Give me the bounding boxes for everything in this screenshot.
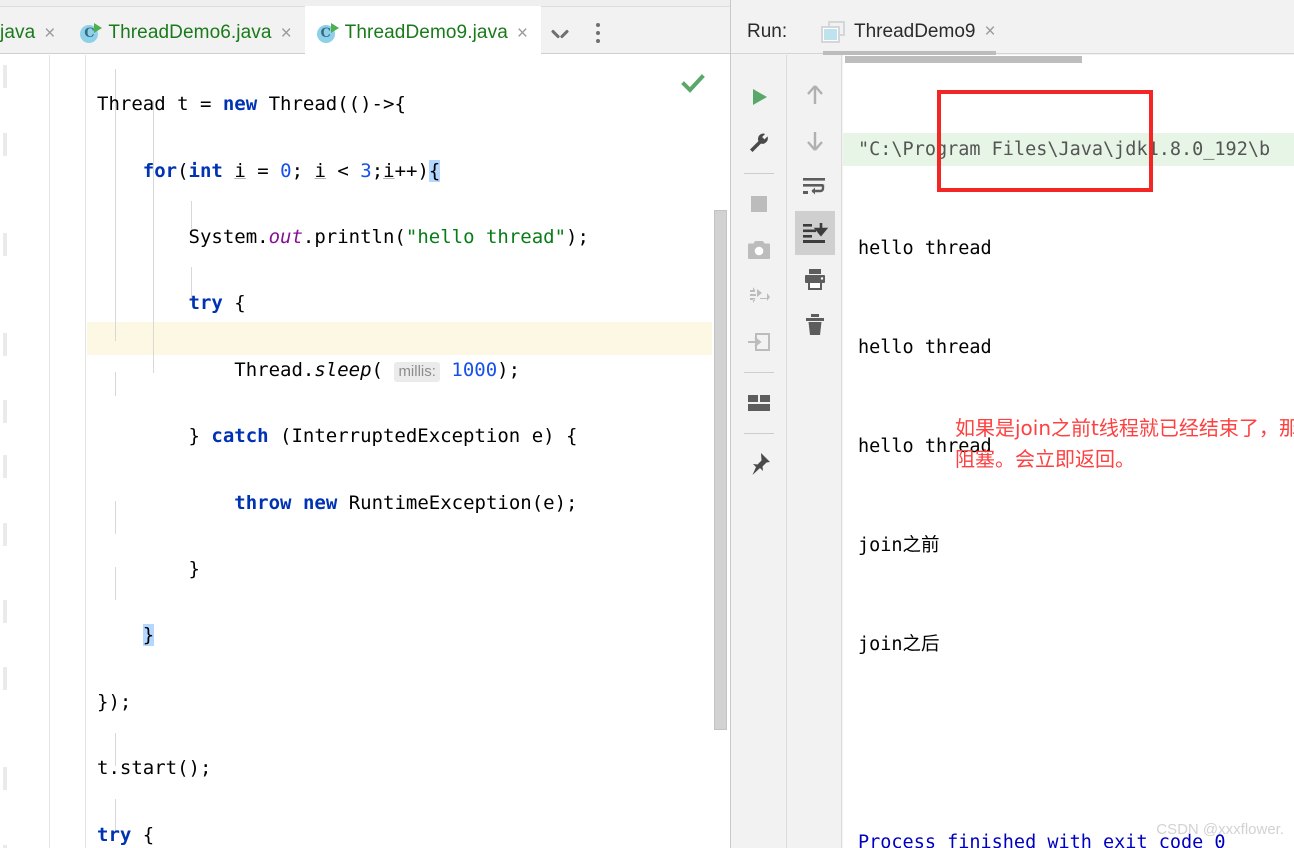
close-icon[interactable]: × (515, 24, 530, 43)
console-line: hello thread (858, 337, 992, 358)
editor-scrollbar-thumb[interactable] (714, 210, 727, 730)
editor-pane: java × C ThreadDemo6.java × C ThreadDemo… (0, 0, 730, 848)
editor-scrollbar-track[interactable] (712, 55, 730, 848)
ide-window: java × C ThreadDemo6.java × C ThreadDemo… (0, 0, 1294, 848)
run-tab-label: ThreadDemo9 (854, 20, 976, 42)
chevron-down-icon (553, 29, 567, 37)
run-header: Run: ThreadDemo9 × (731, 10, 1294, 55)
editor-tab-threaddemo6[interactable]: C ThreadDemo6.java × (68, 6, 304, 60)
console-toolbar (788, 55, 842, 848)
gutter-marker (3, 65, 7, 88)
tab-options-menu-button[interactable] (579, 6, 617, 60)
code-line: t.start(); (97, 757, 212, 780)
editor-tab-label: ThreadDemo9.java (344, 22, 508, 43)
down-occurrence-button[interactable] (795, 119, 835, 163)
editor-tab-threaddemo9[interactable]: C ThreadDemo9.java × (304, 6, 542, 61)
printer-icon (804, 269, 825, 290)
up-occurrence-button[interactable] (795, 73, 835, 117)
gutter-marker (3, 455, 7, 478)
gutter-marker (3, 600, 7, 623)
code-line: }); (97, 690, 132, 713)
tab-overflow-button[interactable] (541, 6, 579, 60)
java-class-icon: C (316, 22, 339, 44)
soft-wrap-button[interactable] (795, 165, 835, 209)
separator (743, 433, 774, 434)
wrench-icon (749, 133, 768, 152)
console-command-line: "C:\Program Files\Java\jdk1.8.0_192\b (843, 133, 1294, 166)
run-configuration-icon (821, 20, 845, 43)
code-line: } (142, 624, 155, 647)
pin-tab-button[interactable] (739, 442, 779, 486)
arrow-up-icon (806, 85, 823, 104)
close-icon[interactable]: × (279, 24, 294, 43)
dump-threads-button[interactable] (739, 274, 779, 318)
stop-square-icon (750, 196, 767, 212)
run-configuration-tab[interactable]: ThreadDemo9 × (817, 10, 1002, 55)
separator (743, 372, 774, 373)
close-icon[interactable]: × (984, 21, 995, 43)
restore-layout-icon (747, 333, 770, 351)
editor-tab-partial[interactable]: java × (0, 6, 68, 60)
code-line: for(int i = 0; i < 3;i++){ (142, 159, 441, 182)
pin-icon (752, 453, 770, 475)
restore-layout-button[interactable] (739, 320, 779, 364)
layout-settings-button[interactable] (739, 381, 779, 425)
editor-tab-label: ThreadDemo6.java (108, 22, 272, 43)
arrow-down-icon (806, 132, 823, 151)
close-icon[interactable]: × (42, 24, 57, 43)
source-code[interactable]: Thread t = new Thread(()->{ for(int i = … (97, 55, 589, 848)
gutter-marker (3, 400, 7, 423)
code-line: try { (188, 292, 246, 315)
gutter-change-markers (3, 55, 8, 848)
thread-dump-icon (749, 287, 770, 303)
code-line: Thread.sleep( millis: 1000); (97, 358, 521, 382)
gutter-marker (3, 523, 7, 546)
trash-icon (805, 314, 824, 335)
scroll-to-end-button[interactable] (794, 211, 835, 255)
annotation-text: 如果是join之前t线程就已经结束了，那么join不会阻塞。会立即返回。 (955, 416, 1294, 471)
soft-wrap-icon (802, 178, 825, 195)
java-class-icon: C (80, 22, 103, 44)
scroll-to-end-icon (802, 223, 828, 243)
code-line: throw new RuntimeException(e); (234, 491, 578, 514)
code-line: } (97, 557, 200, 580)
gutter-marker (3, 233, 7, 256)
gutter-marker (3, 667, 7, 690)
code-editor[interactable]: Thread t = new Thread(()->{ for(int i = … (87, 55, 730, 848)
run-window-label: Run: (747, 20, 788, 42)
gutter-marker (3, 333, 7, 356)
editor-tab-bar: java × C ThreadDemo6.java × C ThreadDemo… (0, 0, 730, 61)
camera-icon (747, 241, 770, 259)
clear-all-button[interactable] (795, 303, 835, 347)
run-tool-window: Run: ThreadDemo9 × "C:\Program Files\Jav… (730, 0, 1294, 848)
editor-tab-label: java (0, 22, 36, 43)
console-line: join之后 (858, 634, 940, 655)
console-hscrollbar-thumb[interactable] (845, 56, 1082, 63)
csdn-watermark: CSDN @xxxflower. (1156, 821, 1284, 838)
console-horizontal-scrollbar[interactable] (843, 55, 1294, 64)
console-output[interactable]: "C:\Program Files\Java\jdk1.8.0_192\b he… (843, 55, 1294, 848)
run-left-toolbar (731, 55, 787, 848)
separator (743, 173, 774, 174)
console-line: join之前 (858, 535, 940, 556)
gutter-marker (3, 133, 7, 156)
code-line: System.out.println("hello thread"); (97, 225, 589, 248)
gutter-marker (3, 767, 7, 790)
green-checkmark-icon[interactable] (680, 71, 706, 97)
console-line: hello thread (858, 238, 992, 259)
rerun-button[interactable] (739, 75, 779, 119)
vertical-dots-icon (595, 23, 600, 43)
layout-icon (747, 395, 770, 411)
editor-gutter[interactable] (0, 55, 50, 848)
code-line: } catch (InterruptedException e) { (97, 425, 578, 448)
play-icon (752, 89, 767, 105)
stop-button[interactable] (739, 182, 779, 226)
screenshot-button[interactable] (739, 228, 779, 272)
edit-configuration-button[interactable] (739, 121, 779, 165)
code-line: Thread t = new Thread(()->{ (97, 93, 406, 116)
print-button[interactable] (795, 257, 835, 301)
code-line: try { (97, 823, 155, 846)
editor-fold-gutter[interactable] (50, 55, 86, 848)
